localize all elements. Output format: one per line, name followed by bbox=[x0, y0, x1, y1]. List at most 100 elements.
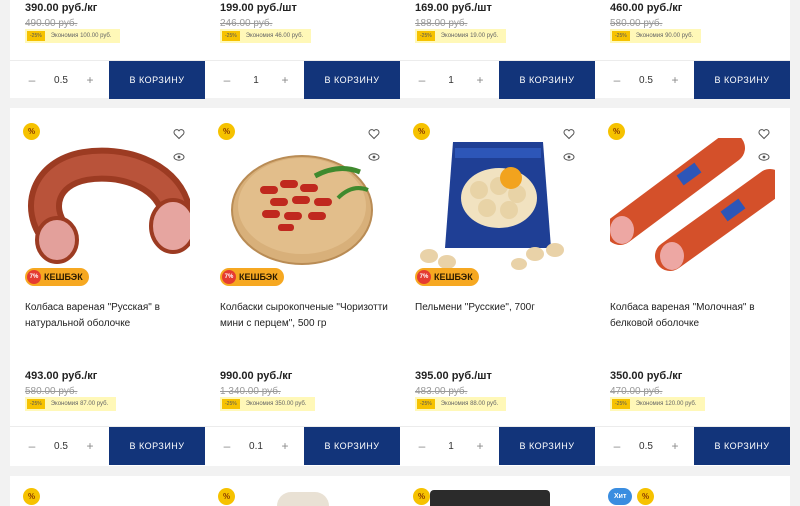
product-card: % 7% КЕШБЭК Колбаса вареная "Русская" в н… bbox=[10, 108, 205, 466]
saving-badge: -25% Экономия 120.00 руб. bbox=[610, 397, 705, 411]
saving-pct: -25% bbox=[222, 31, 240, 41]
saving-text: Экономия 350.00 руб. bbox=[245, 401, 307, 407]
product-image[interactable] bbox=[430, 490, 550, 506]
add-to-cart-button[interactable]: В КОРЗИНУ bbox=[109, 61, 205, 99]
qty-input[interactable]: 0.5 bbox=[627, 427, 665, 465]
product-image[interactable] bbox=[220, 138, 385, 273]
qty-input[interactable]: 1 bbox=[432, 427, 470, 465]
saving-pct: -25% bbox=[27, 399, 45, 409]
cashback-pct: 7% bbox=[27, 270, 41, 284]
cart-row: – 0.5 + В КОРЗИНУ bbox=[595, 426, 790, 465]
product-image[interactable] bbox=[25, 138, 190, 273]
price: 169.00 руб./шт bbox=[415, 2, 492, 14]
saving-badge: -25% Экономия 19.00 руб. bbox=[415, 29, 507, 43]
product-title[interactable]: Колбаса вареная "Молочная" в белковой об… bbox=[610, 300, 778, 332]
qty-minus-button[interactable]: – bbox=[22, 427, 42, 465]
qty-input[interactable]: 0.5 bbox=[42, 61, 80, 99]
qty-input[interactable]: 0.5 bbox=[627, 61, 665, 99]
add-to-cart-button[interactable]: В КОРЗИНУ bbox=[109, 427, 205, 465]
cashback-label: КЕШБЭК bbox=[434, 272, 473, 282]
cart-row: – 1 + В КОРЗИНУ bbox=[400, 60, 595, 99]
cashback-pct: 7% bbox=[417, 270, 431, 284]
qty-input[interactable]: 0.5 bbox=[42, 427, 80, 465]
cart-row: – 0.5 + В КОРЗИНУ bbox=[595, 60, 790, 99]
qty-minus-button[interactable]: – bbox=[607, 61, 627, 99]
old-price: 580.00 руб. bbox=[25, 386, 78, 397]
price: 350.00 руб./кг bbox=[610, 370, 683, 382]
product-title[interactable]: Колбаса вареная "Русская" в натуральной … bbox=[25, 300, 193, 332]
qty-plus-button[interactable]: + bbox=[275, 427, 295, 465]
saving-text: Экономия 46.00 руб. bbox=[245, 33, 304, 39]
cart-row: – 0.1 + В КОРЗИНУ bbox=[205, 426, 400, 465]
saving-text: Экономия 90.00 руб. bbox=[635, 33, 694, 39]
saving-badge: -25% Экономия 88.00 руб. bbox=[415, 397, 507, 411]
product-image[interactable] bbox=[610, 138, 775, 273]
saving-pct: -25% bbox=[612, 399, 630, 409]
old-price: 246.00 руб. bbox=[220, 18, 273, 29]
add-to-cart-button[interactable]: В КОРЗИНУ bbox=[304, 427, 400, 465]
old-price: 188.00 руб. bbox=[415, 18, 468, 29]
add-to-cart-button[interactable]: В КОРЗИНУ bbox=[499, 61, 595, 99]
cart-row: – 0.5 + В КОРЗИНУ bbox=[10, 60, 205, 99]
add-to-cart-button[interactable]: В КОРЗИНУ bbox=[499, 427, 595, 465]
qty-input[interactable]: 0.1 bbox=[237, 427, 275, 465]
add-to-cart-button[interactable]: В КОРЗИНУ bbox=[694, 61, 790, 99]
qty-minus-button[interactable]: – bbox=[412, 427, 432, 465]
product-title[interactable]: Колбаски сырокопченые "Чоризотти мини с … bbox=[220, 300, 388, 332]
add-to-cart-button[interactable]: В КОРЗИНУ bbox=[694, 427, 790, 465]
hit-badge: Хит bbox=[608, 488, 633, 505]
product-card: % 7% КЕШБЭК Пельмени "Русские", 700г 395.… bbox=[400, 108, 595, 466]
qty-minus-button[interactable]: – bbox=[607, 427, 627, 465]
product-card: 199.00 руб./шт 246.00 руб. -25% Экономия … bbox=[205, 0, 400, 99]
qty-plus-button[interactable]: + bbox=[665, 427, 685, 465]
old-price: 1 340.00 руб. bbox=[220, 386, 281, 397]
qty-plus-button[interactable]: + bbox=[275, 61, 295, 99]
product-card: Хит % bbox=[595, 476, 790, 506]
qty-minus-button[interactable]: – bbox=[412, 61, 432, 99]
old-price: 470.00 руб. bbox=[610, 386, 663, 397]
qty-minus-button[interactable]: – bbox=[217, 61, 237, 99]
price: 493.00 руб./кг bbox=[25, 370, 98, 382]
saving-badge: -25% Экономия 100.00 руб. bbox=[25, 29, 120, 43]
cashback-badge: 7% КЕШБЭК bbox=[415, 268, 479, 286]
old-price: 490.00 руб. bbox=[25, 18, 78, 29]
qty-plus-button[interactable]: + bbox=[80, 427, 100, 465]
saving-badge: -25% Экономия 350.00 руб. bbox=[220, 397, 315, 411]
promo-badge: % bbox=[637, 488, 654, 505]
promo-badge: % bbox=[413, 488, 430, 505]
saving-text: Экономия 100.00 руб. bbox=[50, 33, 112, 39]
product-card: 390.00 руб./кг 490.00 руб. -25% Экономия … bbox=[10, 0, 205, 99]
qty-plus-button[interactable]: + bbox=[470, 427, 490, 465]
saving-text: Экономия 87.00 руб. bbox=[50, 401, 109, 407]
cart-row: – 1 + В КОРЗИНУ bbox=[400, 426, 595, 465]
qty-plus-button[interactable]: + bbox=[80, 61, 100, 99]
qty-minus-button[interactable]: – bbox=[217, 427, 237, 465]
saving-badge: -25% Экономия 87.00 руб. bbox=[25, 397, 117, 411]
price: 395.00 руб./шт bbox=[415, 370, 492, 382]
qty-minus-button[interactable]: – bbox=[22, 61, 42, 99]
qty-input[interactable]: 1 bbox=[432, 61, 470, 99]
saving-pct: -25% bbox=[417, 399, 435, 409]
product-card: % 7% КЕШБЭК Колбаски сырокопченые "Чоризо… bbox=[205, 108, 400, 466]
old-price: 483.00 руб. bbox=[415, 386, 468, 397]
saving-text: Экономия 88.00 руб. bbox=[440, 401, 499, 407]
price: 460.00 руб./кг bbox=[610, 2, 683, 14]
product-title[interactable]: Пельмени "Русские", 700г bbox=[415, 300, 583, 316]
cashback-pct: 7% bbox=[222, 270, 236, 284]
cashback-label: КЕШБЭК bbox=[44, 272, 83, 282]
price: 990.00 руб./кг bbox=[220, 370, 293, 382]
product-image[interactable] bbox=[277, 492, 329, 506]
qty-plus-button[interactable]: + bbox=[470, 61, 490, 99]
add-to-cart-button[interactable]: В КОРЗИНУ bbox=[304, 61, 400, 99]
saving-badge: -25% Экономия 90.00 руб. bbox=[610, 29, 702, 43]
product-image[interactable] bbox=[415, 138, 580, 273]
qty-plus-button[interactable]: + bbox=[665, 61, 685, 99]
product-card: 460.00 руб./кг 580.00 руб. -25% Экономия … bbox=[595, 0, 790, 99]
saving-pct: -25% bbox=[612, 31, 630, 41]
qty-input[interactable]: 1 bbox=[237, 61, 275, 99]
old-price: 580.00 руб. bbox=[610, 18, 663, 29]
price: 390.00 руб./кг bbox=[25, 2, 98, 14]
product-card: % bbox=[400, 476, 595, 506]
promo-badge: % bbox=[218, 488, 235, 505]
saving-pct: -25% bbox=[222, 399, 240, 409]
